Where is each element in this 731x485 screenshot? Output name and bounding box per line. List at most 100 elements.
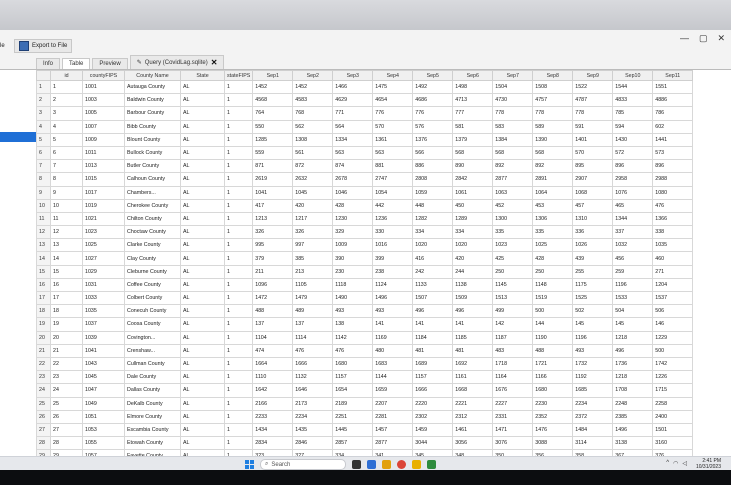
table-cell[interactable]: 563 — [372, 145, 414, 161]
table-row[interactable]: 12 12 1023 Choctaw County AL 1 326 326 329 330 334… — [36, 225, 694, 240]
table-cell[interactable]: 1498 — [452, 79, 494, 95]
windows-start-icon[interactable] — [245, 460, 254, 469]
table-cell[interactable]: Autauga County — [124, 79, 181, 95]
table-cell[interactable]: 244 — [452, 264, 494, 279]
table-cell[interactable]: 1157 — [412, 370, 454, 385]
table-cell[interactable]: AL — [180, 106, 225, 121]
table-cell[interactable]: 230 — [332, 264, 374, 279]
table-cell[interactable]: 1 — [223, 290, 254, 306]
table-cell[interactable]: AL — [180, 370, 225, 385]
table-cell[interactable]: 1445 — [332, 422, 374, 438]
table-row[interactable]: 14 14 1027 Clay County AL 1 379 385 390 399 416 420… — [36, 251, 694, 266]
table-cell[interactable]: Blount County — [124, 132, 181, 147]
table-cell[interactable]: 2747 — [372, 172, 414, 187]
table-cell[interactable]: 786 — [652, 106, 694, 121]
row-number[interactable]: 23 — [36, 370, 51, 385]
table-cell[interactable]: Choctaw County — [124, 225, 181, 240]
table-cell[interactable]: 2234 — [292, 409, 334, 424]
table-cell[interactable]: 1027 — [82, 251, 125, 266]
table-cell[interactable]: AL — [180, 436, 225, 451]
table-cell[interactable]: 1680 — [332, 356, 374, 372]
table-cell[interactable]: 874 — [332, 159, 374, 174]
table-cell[interactable]: 500 — [652, 343, 694, 358]
row-number[interactable]: 22 — [36, 356, 51, 372]
column-header[interactable]: countyFIPS — [82, 70, 125, 81]
table-cell[interactable]: 337 — [612, 225, 654, 240]
table-cell[interactable]: 142 — [492, 317, 534, 332]
table-cell[interactable]: 336 — [572, 225, 614, 240]
table-cell[interactable]: 1 — [223, 317, 254, 332]
table-cell[interactable]: 881 — [372, 159, 414, 174]
table-cell[interactable]: 777 — [452, 106, 494, 121]
table-cell[interactable]: 137 — [252, 317, 294, 332]
table-cell[interactable]: 2207 — [372, 396, 414, 411]
taskbar-search-box[interactable]: ⌕ Search — [260, 459, 346, 470]
table-cell[interactable]: 1668 — [452, 383, 494, 398]
table-cell[interactable]: 1148 — [532, 277, 574, 293]
table-cell[interactable]: 778 — [572, 106, 614, 121]
table-cell[interactable]: 1047 — [82, 383, 125, 398]
table-cell[interactable]: 385 — [292, 251, 334, 266]
table-row[interactable]: 26 26 1051 Elmore County AL 1 2233 2234 2251 2281… — [36, 409, 694, 424]
column-header[interactable] — [36, 70, 51, 81]
table-cell[interactable]: 1 — [223, 79, 254, 95]
table-cell[interactable]: 1525 — [572, 290, 614, 306]
table-row[interactable]: 10 10 1019 Cherokee County AL 1 417 420 428 442 44… — [36, 198, 694, 213]
row-number[interactable]: 9 — [36, 185, 51, 200]
table-cell[interactable]: 2877 — [492, 172, 534, 187]
table-cell[interactable]: 4730 — [492, 93, 534, 108]
table-cell[interactable]: 420 — [292, 198, 334, 213]
outlook-icon[interactable] — [367, 460, 376, 469]
table-cell[interactable]: AL — [180, 185, 225, 200]
table-cell[interactable]: 1434 — [252, 422, 294, 438]
table-cell[interactable]: 1 — [223, 225, 254, 240]
table-cell[interactable]: 1452 — [292, 79, 334, 95]
table-cell[interactable]: Escambia County — [124, 422, 181, 438]
table-cell[interactable]: 19 — [50, 317, 83, 332]
table-cell[interactable]: 1384 — [492, 132, 534, 147]
table-cell[interactable]: 1161 — [452, 370, 494, 385]
chevron-up-icon[interactable]: ^ — [666, 460, 669, 467]
table-cell[interactable]: 562 — [292, 119, 334, 134]
table-cell[interactable]: Crenshaw... — [124, 343, 181, 358]
table-cell[interactable]: 457 — [572, 198, 614, 213]
table-cell[interactable]: 1 — [223, 356, 254, 372]
table-cell[interactable]: 1104 — [252, 330, 294, 345]
table-cell[interactable]: 892 — [532, 159, 574, 174]
table-cell[interactable]: 2385 — [612, 409, 654, 424]
table-cell[interactable]: 895 — [572, 159, 614, 174]
table-cell[interactable]: 1033 — [82, 290, 125, 306]
table-cell[interactable]: 4757 — [532, 93, 574, 108]
table-cell[interactable]: AL — [180, 343, 225, 358]
table-cell[interactable]: 1472 — [252, 290, 294, 306]
table-cell[interactable]: AL — [180, 264, 225, 279]
row-number[interactable]: 10 — [36, 198, 51, 213]
table-cell[interactable]: 1005 — [82, 106, 125, 121]
table-cell[interactable]: 2834 — [252, 436, 294, 451]
table-cell[interactable]: 1 — [223, 370, 254, 385]
table-cell[interactable]: 576 — [412, 119, 454, 134]
table-row[interactable]: 15 15 1029 Cleburne County AL 1 211 213 230 238 24… — [36, 264, 694, 279]
table-cell[interactable]: 589 — [532, 119, 574, 134]
table-cell[interactable]: 2302 — [412, 409, 454, 424]
table-cell[interactable]: Covington... — [124, 330, 181, 345]
table-cell[interactable]: Colbert County — [124, 290, 181, 306]
table-cell[interactable]: 1 — [223, 304, 254, 319]
table-cell[interactable]: Elmore County — [124, 409, 181, 424]
table-cell[interactable]: 871 — [252, 159, 294, 174]
table-cell[interactable]: 1344 — [612, 211, 654, 227]
row-number[interactable]: 18 — [36, 304, 51, 319]
table-cell[interactable]: 489 — [292, 304, 334, 319]
table-cell[interactable]: Etowah County — [124, 436, 181, 451]
table-cell[interactable]: 20 — [50, 330, 83, 345]
table-cell[interactable]: Baldwin County — [124, 93, 181, 108]
table-cell[interactable]: 500 — [532, 304, 574, 319]
table-cell[interactable]: Clarke County — [124, 238, 181, 253]
table-cell[interactable]: 390 — [332, 251, 374, 266]
table-cell[interactable]: 1551 — [652, 79, 694, 95]
table-cell[interactable]: 2234 — [572, 396, 614, 411]
row-number[interactable]: 27 — [36, 422, 51, 438]
table-cell[interactable]: 2372 — [572, 409, 614, 424]
table-cell[interactable]: 564 — [332, 119, 374, 134]
table-cell[interactable]: 1471 — [492, 422, 534, 438]
